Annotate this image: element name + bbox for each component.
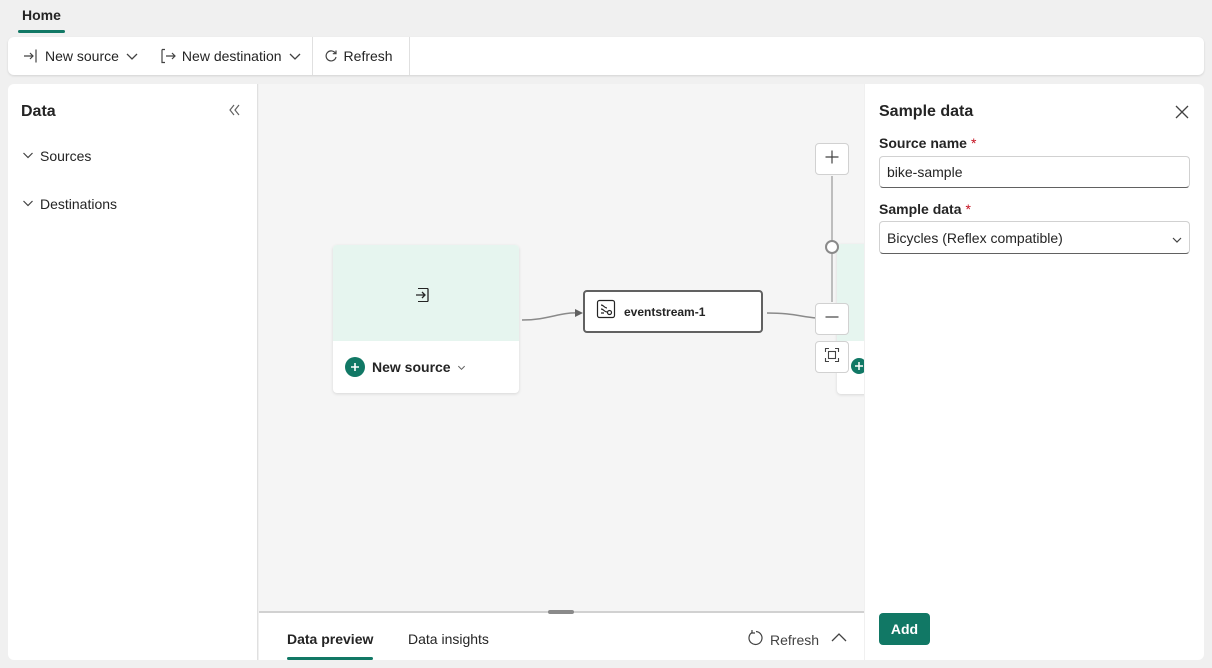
- tree-item-label: Destinations: [40, 196, 118, 212]
- chevron-up-icon[interactable]: [830, 629, 848, 652]
- sign-in-icon: [414, 286, 432, 309]
- chevron-down-icon: [1171, 233, 1183, 249]
- zoom-slider-thumb[interactable]: [825, 240, 839, 254]
- canvas-new-source-label: New source: [372, 359, 451, 375]
- refresh-label: Refresh: [343, 48, 393, 64]
- chevron-down-icon: [22, 148, 34, 164]
- fit-screen-icon: [824, 347, 840, 368]
- new-destination-button[interactable]: New destination: [149, 41, 312, 71]
- zoom-out-button[interactable]: [815, 303, 849, 335]
- add-button[interactable]: Add: [879, 613, 930, 645]
- panel-title: Sample data: [879, 103, 974, 120]
- sample-data-label: Sample data *: [879, 201, 971, 217]
- tree-item-label: Sources: [40, 148, 92, 164]
- new-source-button[interactable]: New source: [12, 41, 149, 71]
- plus-circle-icon[interactable]: [850, 357, 864, 380]
- tab-home[interactable]: Home: [18, 7, 65, 33]
- canvas-new-source-button[interactable]: New source: [345, 357, 466, 377]
- plus-circle-icon: [345, 357, 365, 377]
- tree-item-sources[interactable]: Sources: [22, 148, 91, 164]
- eventstream-node-label: eventstream-1: [624, 304, 706, 319]
- bottom-panel: Data preview Data insights Refresh: [259, 610, 864, 660]
- sample-data-selected: Bicycles (Reflex compatible): [887, 229, 1063, 246]
- chevron-down-icon: [125, 49, 139, 63]
- zoom-in-button[interactable]: [815, 143, 849, 175]
- sample-data-label-text: Sample data: [879, 201, 962, 217]
- sign-in-icon: [22, 47, 40, 65]
- new-source-label: New source: [45, 48, 119, 64]
- toolbar-divider: [408, 37, 410, 75]
- eventstream-canvas[interactable]: New source eventstream-1: [259, 84, 864, 611]
- zoom-slider-track[interactable]: [831, 176, 833, 302]
- source-card-header: [333, 245, 519, 341]
- resize-handle[interactable]: [548, 610, 574, 614]
- new-destination-label: New destination: [181, 48, 282, 64]
- refresh-button[interactable]: Refresh: [313, 41, 409, 71]
- chevron-down-icon: [457, 359, 466, 375]
- tab-data-insights[interactable]: Data insights: [408, 631, 489, 647]
- tree-item-destinations[interactable]: Destinations: [22, 196, 117, 212]
- required-marker: *: [970, 135, 977, 151]
- eventstream-icon: [596, 299, 616, 324]
- collapse-panel-button[interactable]: [224, 100, 244, 120]
- tab-data-preview[interactable]: Data preview: [287, 631, 374, 660]
- source-name-input[interactable]: [879, 156, 1190, 188]
- double-chevron-left-icon: [224, 104, 244, 124]
- source-card[interactable]: New source: [333, 245, 519, 393]
- preview-refresh-label: Refresh: [770, 631, 820, 648]
- ribbon-tabbar: Home: [0, 0, 1212, 34]
- minus-icon: [824, 309, 840, 330]
- refresh-icon: [747, 629, 765, 650]
- sign-out-icon: [159, 47, 177, 65]
- data-panel: Data Sources Destinations: [8, 84, 258, 660]
- sample-data-panel: Sample data Source name* Sample data* Bi…: [865, 84, 1204, 660]
- source-name-label: Source name *: [879, 135, 976, 151]
- chevron-down-icon: [288, 49, 302, 63]
- plus-icon: [824, 149, 840, 170]
- sample-data-select[interactable]: Bicycles (Reflex compatible): [879, 221, 1190, 254]
- eventstream-node[interactable]: eventstream-1: [583, 290, 763, 333]
- close-icon[interactable]: [1174, 104, 1190, 125]
- required-marker: *: [965, 201, 971, 217]
- fit-to-screen-button[interactable]: [815, 341, 849, 373]
- data-panel-title: Data: [21, 103, 56, 120]
- toolbar: New source New destination Refresh: [8, 37, 1204, 75]
- chevron-down-icon: [22, 196, 34, 212]
- source-name-label-text: Source name: [879, 135, 967, 151]
- refresh-icon: [323, 48, 339, 64]
- preview-refresh-button[interactable]: Refresh: [747, 629, 819, 650]
